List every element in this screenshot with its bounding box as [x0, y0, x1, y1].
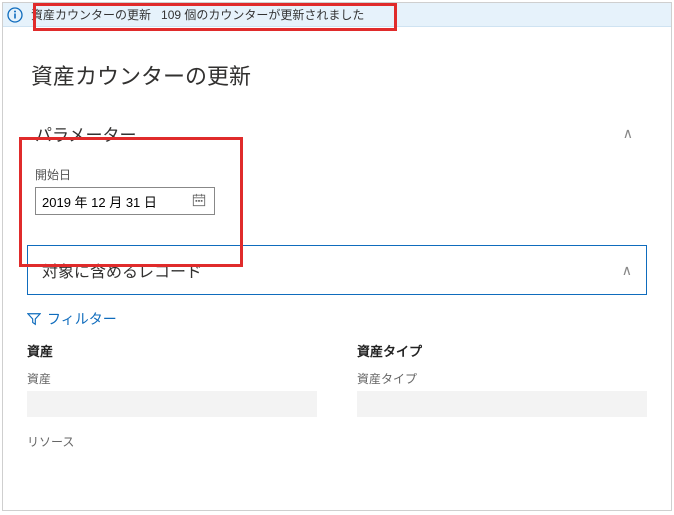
columns-grid: 資産 資産 リソース 資産タイプ 資産タイプ: [27, 341, 647, 454]
start-date-field[interactable]: [42, 194, 192, 209]
asset-input[interactable]: [27, 391, 317, 417]
calendar-icon[interactable]: [192, 193, 208, 209]
asset-type-input[interactable]: [357, 391, 647, 417]
start-date-label: 開始日: [35, 166, 641, 183]
asset-type-field-label: 資産タイプ: [357, 370, 647, 387]
asset-field-label: 資産: [27, 370, 317, 387]
start-date-input[interactable]: [35, 187, 215, 215]
notification-message: 109 個のカウンターが更新されました: [161, 6, 364, 23]
chevron-up-icon[interactable]: ∧: [623, 125, 633, 142]
info-icon: [7, 7, 23, 23]
records-header: 対象に含めるレコード: [42, 258, 202, 282]
asset-column-header: 資産: [27, 341, 317, 360]
chevron-up-icon[interactable]: ∧: [622, 262, 632, 279]
parameters-header: パラメーター: [35, 121, 137, 146]
filter-link[interactable]: フィルター: [27, 309, 671, 329]
parameters-section: パラメーター ∧ 開始日: [19, 111, 655, 229]
asset-type-column-header: 資産タイプ: [357, 341, 647, 360]
filter-label: フィルター: [47, 309, 117, 329]
resource-field-label: リソース: [27, 433, 317, 450]
page-title: 資産カウンターの更新: [3, 27, 671, 111]
records-section[interactable]: 対象に含めるレコード ∧: [27, 245, 647, 295]
notification-bar: 資産カウンターの更新 109 個のカウンターが更新されました: [3, 3, 671, 27]
filter-icon: [27, 312, 41, 326]
notification-title: 資産カウンターの更新: [31, 6, 151, 23]
